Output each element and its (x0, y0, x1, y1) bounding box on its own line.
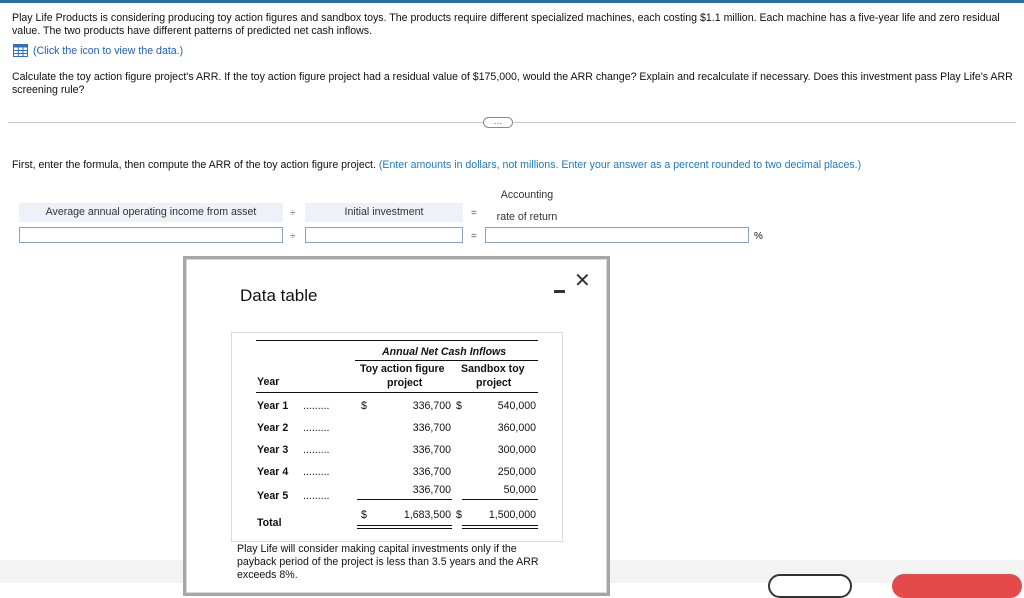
row-2-dots: ......... (303, 422, 330, 434)
avg-income-input[interactable] (19, 227, 283, 243)
row-2-sand-value: 360,000 (497, 422, 536, 434)
header-toy-2: project (387, 377, 423, 389)
top-accent-bar (0, 0, 1024, 3)
row-4-dots: ......... (303, 466, 330, 478)
row-2-toy-value: 336,700 (412, 422, 451, 434)
row-5-sand-value: 50,000 (503, 484, 536, 496)
total-toy-rule-1 (357, 525, 452, 526)
header-bottom-rule (256, 392, 538, 393)
row-1-sand-value: 540,000 (497, 400, 536, 412)
header-sandbox-1: Sandbox toy (461, 363, 525, 375)
header-toy-1: Toy action figure (360, 363, 445, 375)
avg-income-label: Average annual operating income from ass… (19, 203, 283, 222)
expand-button[interactable]: … (483, 117, 513, 128)
row-3-sand-value: 300,000 (497, 444, 536, 456)
view-data-link[interactable]: (Click the icon to view the data.) (13, 44, 183, 57)
divide-sign: ÷ (290, 208, 296, 219)
table-grid-icon[interactable] (13, 44, 28, 57)
divide-sign-2: ÷ (290, 231, 296, 242)
row-3-year: Year 3 (257, 444, 289, 456)
total-toy-value: 1,683,500 (403, 509, 451, 521)
screening-rule-note: Play Life will consider making capital i… (237, 543, 539, 581)
data-table-modal: Data table ✕ Annual Net Cash Inflows Toy… (183, 256, 610, 596)
total-toy-rule-2 (357, 528, 452, 529)
total-sand-rule-2 (462, 528, 538, 529)
header-rule (355, 360, 538, 361)
view-data-link-text[interactable]: (Click the icon to view the data.) (33, 45, 183, 57)
problem-text: Play Life Products is considering produc… (12, 12, 1000, 37)
question-text: Calculate the toy action figure project'… (12, 71, 1013, 96)
row-4-sand-value: 250,000 (497, 466, 536, 478)
initial-investment-label: Initial investment (305, 203, 463, 222)
total-label: Total (257, 517, 282, 529)
row-1-year: Year 1 (257, 400, 289, 412)
row-1-toy-value: 336,700 (412, 400, 451, 412)
arr-label-line1: Accounting (500, 189, 554, 201)
close-icon[interactable]: ✕ (574, 271, 591, 291)
total-sand-value: 1,500,000 (488, 509, 536, 521)
row-2-year: Year 2 (257, 422, 289, 434)
row-4-year: Year 4 (257, 466, 289, 478)
header-year: Year (257, 376, 280, 388)
percent-sign: % (754, 231, 763, 242)
arr-label: Accounting rate of return (492, 184, 562, 228)
row-5-year: Year 5 (257, 490, 289, 502)
header-sandbox-2: project (476, 377, 512, 389)
instruction-hint: (Enter amounts in dollars, not millions.… (378, 159, 862, 171)
row-3-toy-value: 336,700 (412, 444, 451, 456)
initial-investment-input[interactable] (305, 227, 463, 243)
cash-inflows-table: Annual Net Cash Inflows Toy action figur… (231, 332, 563, 542)
table-top-rule (256, 340, 538, 341)
secondary-button[interactable] (768, 574, 852, 598)
row-5-sand-rule (462, 499, 538, 500)
row-5-toy-rule (357, 499, 452, 500)
minimize-icon[interactable] (553, 283, 566, 295)
equals-sign: = (471, 208, 477, 219)
row-3-dots: ......... (303, 444, 330, 456)
row-5-dots: ......... (303, 490, 330, 502)
row-4-toy-value: 336,700 (412, 466, 451, 478)
header-annual-net-cash-inflows: Annual Net Cash Inflows (382, 346, 507, 358)
primary-button[interactable] (892, 574, 1022, 598)
arr-label-line2: rate of return (496, 211, 558, 223)
instruction-main: First, enter the formula, then compute t… (12, 159, 379, 171)
instruction-text: First, enter the formula, then compute t… (12, 159, 861, 171)
row-1-dots: ......... (303, 400, 330, 412)
equals-sign-2: = (471, 231, 477, 242)
modal-title: Data table (240, 286, 318, 305)
total-sand-rule-1 (462, 525, 538, 526)
row-5-toy-value: 336,700 (412, 484, 451, 496)
arr-input[interactable] (485, 227, 749, 243)
